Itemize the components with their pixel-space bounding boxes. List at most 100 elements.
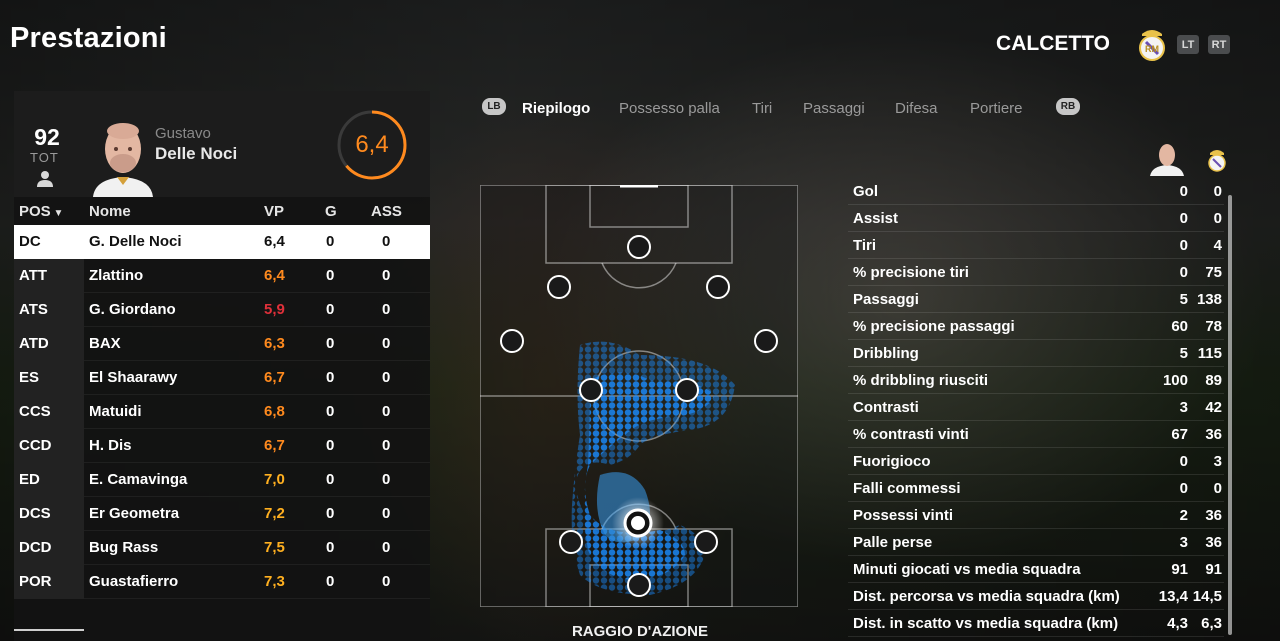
- rb-button[interactable]: RB: [1056, 98, 1080, 115]
- row-assists: 0: [382, 437, 391, 454]
- table-row[interactable]: ED E. Camavinga 7,0 0 0: [14, 463, 430, 497]
- stat-team-value: 42: [1205, 399, 1222, 416]
- row-rating: 6,4: [264, 267, 285, 284]
- tab-possesso-palla[interactable]: Possesso palla: [619, 100, 720, 117]
- table-row[interactable]: ATD BAX 6,3 0 0: [14, 327, 430, 361]
- row-goals: 0: [326, 403, 335, 420]
- stat-label: % precisione passaggi: [853, 318, 1015, 335]
- player-card: 92 TOT Gustavo Delle Noci 6,4: [14, 91, 430, 197]
- row-player-name: El Shaarawy: [89, 369, 178, 386]
- row-rating: 7,5: [264, 539, 285, 556]
- row-position: ATS: [19, 301, 48, 318]
- stat-team-value: 36: [1205, 534, 1222, 551]
- stat-row: Passaggi 5 138: [848, 286, 1224, 313]
- stat-row: Fuorigioco 0 3: [848, 448, 1224, 475]
- row-player-name: E. Camavinga: [89, 471, 188, 488]
- stat-player-value: 2: [1179, 507, 1188, 524]
- stat-label: Dist. percorsa vs media squadra (km): [853, 588, 1120, 605]
- team-crest-icon: RM: [1139, 30, 1165, 61]
- row-rating: 6,3: [264, 335, 285, 352]
- person-icon: [37, 171, 53, 187]
- row-player-name: Guastafierro: [89, 573, 179, 590]
- stat-team-value: 91: [1205, 561, 1222, 578]
- lb-button[interactable]: LB: [482, 98, 506, 115]
- stat-label: Dribbling: [853, 345, 919, 362]
- stat-label: Passaggi: [853, 291, 919, 308]
- row-position: ATD: [19, 335, 49, 352]
- row-goals: 0: [326, 505, 335, 522]
- player-overall-label: TOT: [30, 150, 59, 165]
- stat-row: Palle perse 3 36: [848, 529, 1224, 556]
- stat-player-value: 0: [1179, 264, 1188, 281]
- stat-player-value: 0: [1179, 210, 1188, 227]
- stat-player-value: 0: [1179, 453, 1188, 470]
- row-player-name: Zlattino: [89, 267, 144, 284]
- stat-row: Falli commessi 0 0: [848, 475, 1224, 502]
- teammate-dot: [675, 378, 699, 402]
- table-row[interactable]: CCD H. Dis 6,7 0 0: [14, 429, 430, 463]
- stat-team-value: 36: [1205, 507, 1222, 524]
- stat-player-value: 3: [1179, 534, 1188, 551]
- table-row[interactable]: DC G. Delle Noci 6,4 0 0: [14, 225, 430, 259]
- row-assists: 0: [382, 335, 391, 352]
- pitch-title: RAGGIO D'AZIONE: [571, 623, 709, 640]
- stat-label: Minuti giocati vs media squadra: [853, 561, 1081, 578]
- row-assists: 0: [382, 267, 391, 284]
- stat-label: % precisione tiri: [853, 264, 969, 281]
- stat-team-value: 4: [1213, 237, 1222, 254]
- table-row[interactable]: CCS Matuidi 6,8 0 0: [14, 395, 430, 429]
- ratings-table-body: DC G. Delle Noci 6,4 0 0 ATT Zlattino 6,4 0 0 ATS G…: [14, 225, 430, 599]
- row-rating: 7,0: [264, 471, 285, 488]
- stat-label: Dist. in scatto vs media squadra (km): [853, 615, 1119, 632]
- stat-row: Possessi vinti 2 36: [848, 502, 1224, 529]
- stat-player-value: 5: [1179, 291, 1188, 308]
- row-player-name: Bug Rass: [89, 539, 159, 556]
- player-avatar: [93, 123, 153, 197]
- stat-label: Possessi vinti: [853, 507, 954, 524]
- stat-player-value: 4,3: [1167, 615, 1188, 632]
- tab-portiere[interactable]: Portiere: [970, 100, 1023, 117]
- row-player-name: Matuidi: [89, 403, 142, 420]
- row-player-name: Er Geometra: [89, 505, 180, 522]
- player-first-name: Gustavo: [155, 125, 211, 142]
- assists-column-header: ASS: [371, 203, 402, 220]
- action-zone-pitch: [480, 185, 798, 607]
- stat-row: % dribbling riusciti 100 89: [848, 367, 1224, 394]
- svg-text:RM: RM: [1145, 44, 1159, 54]
- name-column-header: Nome: [89, 203, 131, 220]
- row-position: CCS: [19, 403, 51, 420]
- row-rating: 5,9: [264, 301, 285, 318]
- teammate-dot: [500, 329, 524, 353]
- row-player-name: G. Delle Noci: [89, 233, 182, 250]
- stat-player-value: 0: [1179, 480, 1188, 497]
- tab-passaggi[interactable]: Passaggi: [803, 100, 865, 117]
- stat-label: Gol: [853, 183, 878, 200]
- pos-column-header[interactable]: POS ▼: [19, 203, 63, 220]
- table-row[interactable]: DCD Bug Rass 7,5 0 0: [14, 531, 430, 565]
- stat-team-value: 138: [1196, 291, 1222, 308]
- row-position: ED: [19, 471, 40, 488]
- rt-button[interactable]: RT: [1208, 35, 1230, 54]
- tab-tiri[interactable]: Tiri: [752, 100, 772, 117]
- row-rating: 6,4: [264, 233, 285, 250]
- tab-difesa[interactable]: Difesa: [895, 100, 938, 117]
- stat-label: Assist: [853, 210, 899, 227]
- table-row[interactable]: DCS Er Geometra 7,2 0 0: [14, 497, 430, 531]
- table-row[interactable]: ATT Zlattino 6,4 0 0: [14, 259, 430, 293]
- lt-button[interactable]: LT: [1177, 35, 1199, 54]
- row-position: ES: [19, 369, 40, 386]
- table-row[interactable]: ES El Shaarawy 6,7 0 0: [14, 361, 430, 395]
- stat-row: Dribbling 5 115: [848, 340, 1224, 367]
- tab-riepilogo[interactable]: Riepilogo: [522, 100, 590, 117]
- scroll-indicator: [14, 629, 84, 631]
- table-row[interactable]: ATS G. Giordano 5,9 0 0: [14, 293, 430, 327]
- stat-player-value: 91: [1171, 561, 1188, 578]
- stats-scrollbar[interactable]: [1228, 195, 1232, 635]
- stat-label: % dribbling riusciti: [853, 372, 989, 389]
- stat-team-value: 0: [1213, 183, 1222, 200]
- stat-label: Palle perse: [853, 534, 933, 551]
- table-row[interactable]: POR Guastafierro 7,3 0 0: [14, 565, 430, 599]
- stat-team-value: 89: [1205, 372, 1222, 389]
- stat-player-value: 60: [1171, 318, 1188, 335]
- row-position: POR: [19, 573, 52, 590]
